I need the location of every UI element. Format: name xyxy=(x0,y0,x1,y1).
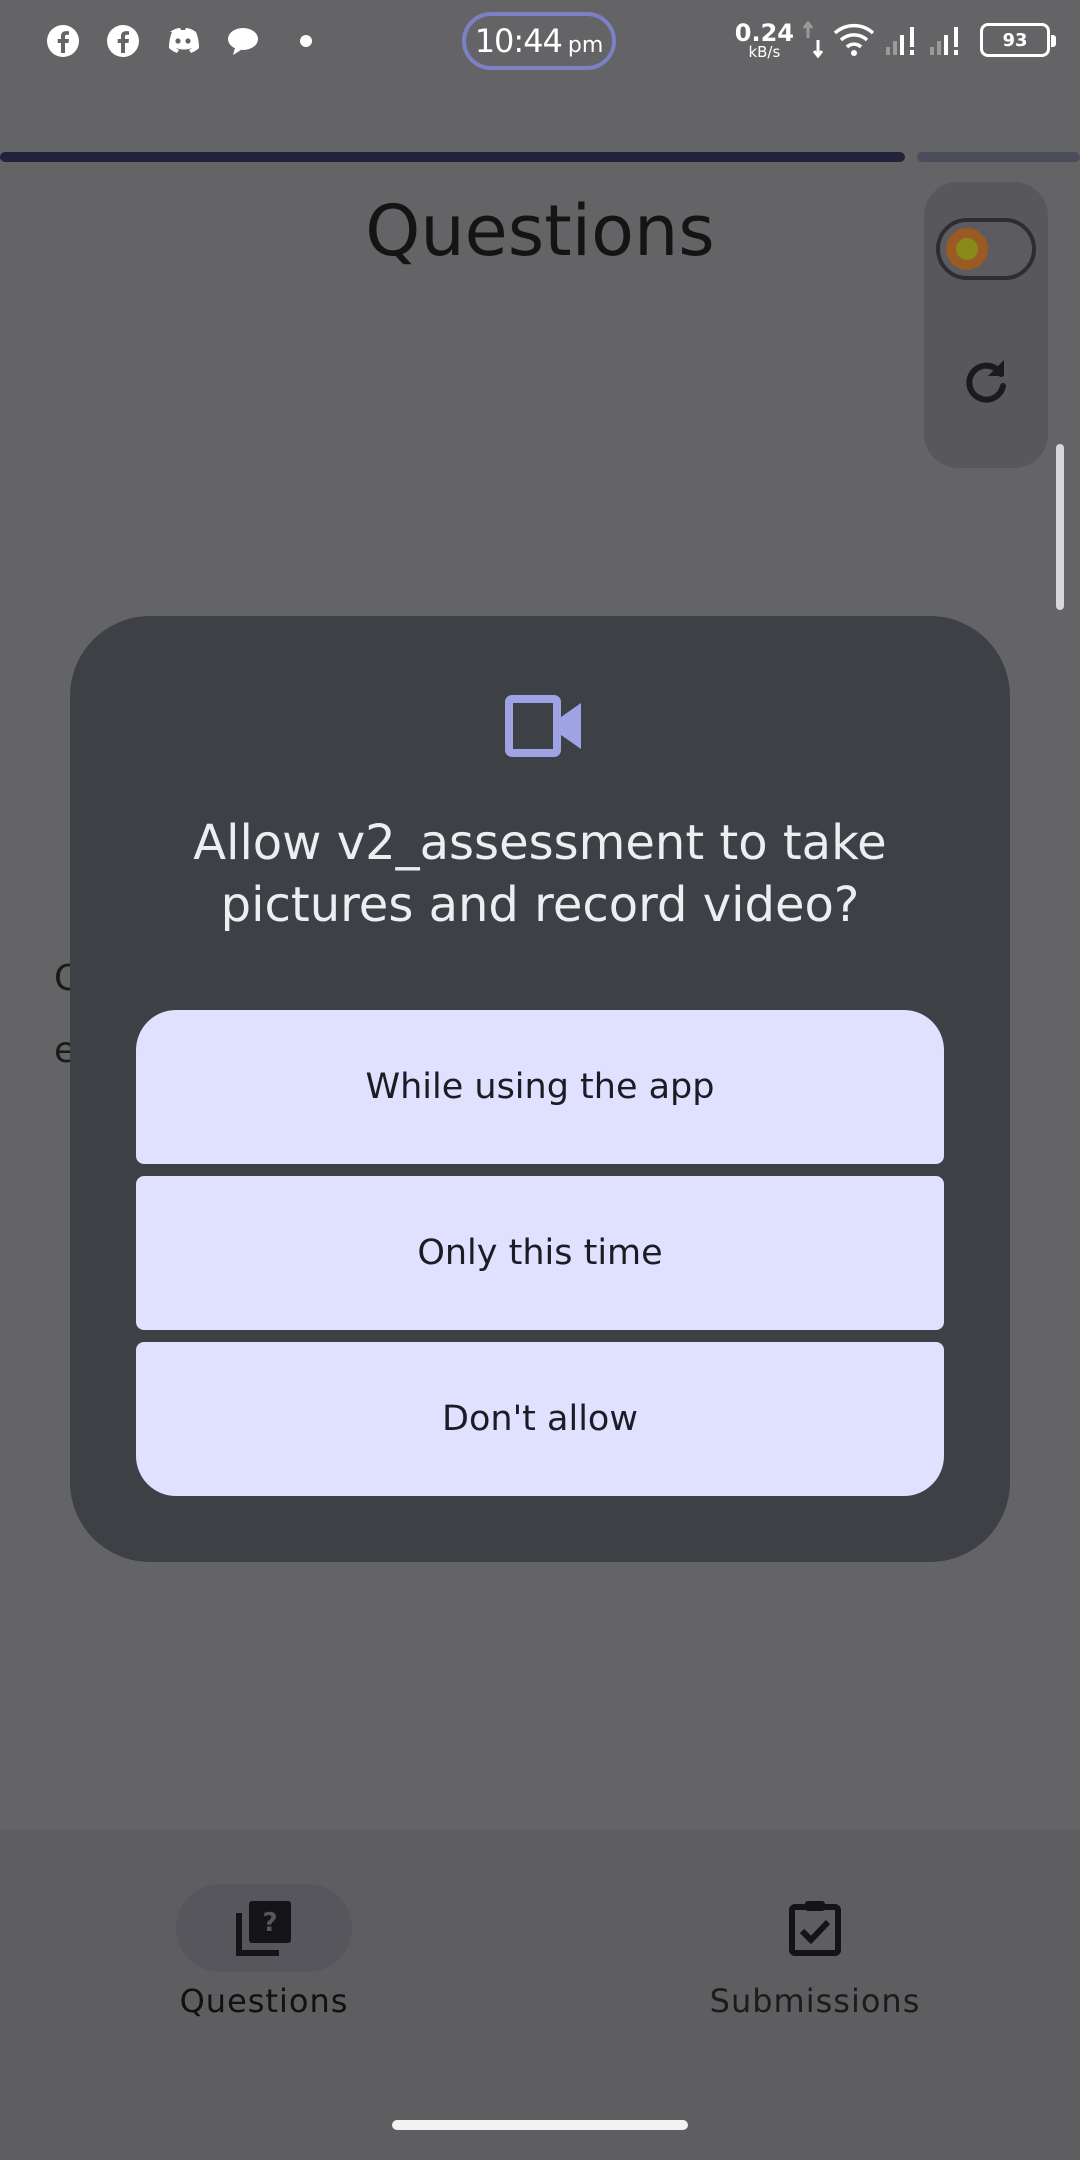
wifi-icon xyxy=(833,23,875,56)
nav-indicator: ? xyxy=(176,1884,352,1972)
deny-button[interactable]: Don't allow xyxy=(136,1342,944,1496)
signal-icon xyxy=(886,27,914,55)
nav-item-submissions[interactable]: Submissions xyxy=(665,1884,965,2020)
network-speed-unit: kB/s xyxy=(748,42,781,61)
permission-dialog: Allow v2_assessment to take pictures and… xyxy=(70,616,1010,1562)
signal-icon xyxy=(930,27,958,55)
option-label: Don't allow xyxy=(442,1399,638,1439)
battery-level: 93 xyxy=(1002,29,1028,51)
status-bar: 10:44 pm 0.24 kB/s 93 xyxy=(0,0,1080,86)
nav-label: Questions xyxy=(179,1982,349,2020)
dialog-title: Allow v2_assessment to take pictures and… xyxy=(193,815,887,933)
allow-while-using-button[interactable]: While using the app xyxy=(136,1010,944,1164)
system-icons: 0.24 kB/s 93 xyxy=(735,20,1056,60)
svg-text:?: ? xyxy=(262,1908,277,1938)
refresh-button[interactable] xyxy=(958,352,1014,408)
clock-time: 10:44 xyxy=(474,22,563,60)
refresh-icon xyxy=(966,360,1006,403)
battery-indicator: 93 xyxy=(980,23,1056,57)
facebook-icon xyxy=(44,22,82,60)
notification-icons xyxy=(44,22,312,60)
network-speed: 0.24 kB/s xyxy=(735,21,794,60)
video-camera-icon xyxy=(505,695,581,757)
option-label: Only this time xyxy=(417,1233,663,1273)
data-transfer-icon xyxy=(802,20,824,59)
bottom-navigation: ? Questions Submissions xyxy=(0,1830,1080,2160)
network-speed-value: 0.24 xyxy=(734,18,794,47)
nav-item-questions[interactable]: ? Questions xyxy=(114,1884,414,2020)
clock-ampm: pm xyxy=(567,32,604,58)
more-notifications-dot xyxy=(300,35,312,47)
home-indicator[interactable] xyxy=(392,2120,688,2130)
clock: 10:44 pm xyxy=(462,12,616,70)
progress-bar-filled xyxy=(0,152,905,162)
sun-icon xyxy=(946,228,988,270)
option-label: While using the app xyxy=(365,1067,715,1107)
nav-indicator xyxy=(727,1884,903,1972)
nav-label: Submissions xyxy=(709,1982,921,2020)
theme-toggle[interactable] xyxy=(936,218,1036,280)
floating-controls xyxy=(924,182,1048,468)
progress-bar-remaining xyxy=(917,152,1080,162)
chat-icon xyxy=(224,22,262,60)
page-title: Questions xyxy=(365,190,715,272)
facebook-icon xyxy=(104,22,142,60)
scrollbar[interactable] xyxy=(1056,444,1064,610)
clipboard-check-icon xyxy=(789,1901,841,1956)
allow-once-button[interactable]: Only this time xyxy=(136,1176,944,1330)
discord-icon xyxy=(164,22,202,60)
questions-icon: ? xyxy=(236,1901,291,1956)
